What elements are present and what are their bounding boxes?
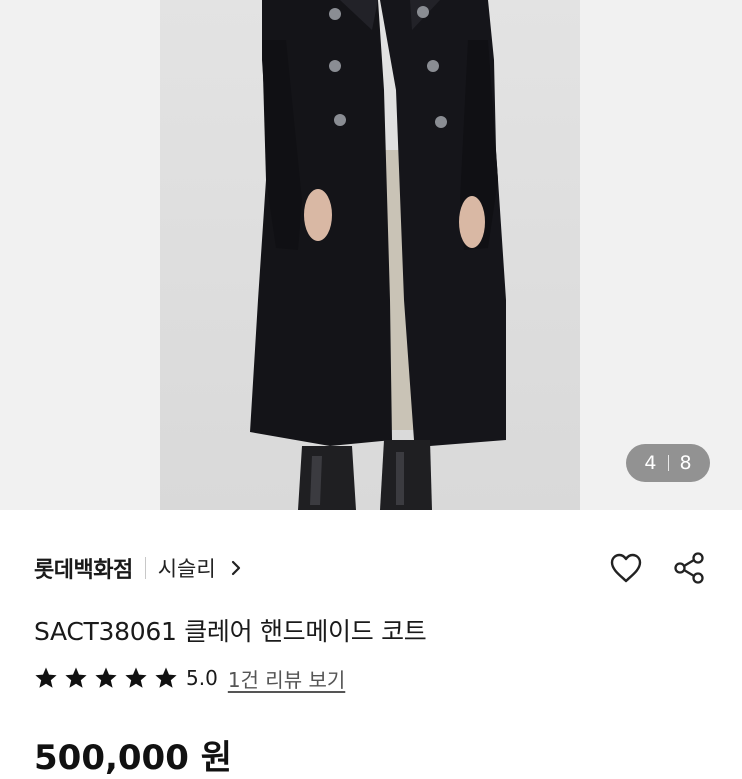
brand-divider [144, 557, 146, 579]
shop-name[interactable]: 시슬리 [158, 553, 216, 583]
heart-icon [610, 553, 642, 583]
brand-row[interactable]: 롯데백화점 시슬리 [34, 548, 246, 588]
star-icon [65, 667, 87, 688]
star-icon [125, 667, 147, 688]
image-counter: 4 8 [626, 444, 710, 482]
share-icon [674, 552, 704, 584]
product-photo [250, 0, 506, 510]
star-icon [35, 667, 57, 688]
product-title: SACT38061 클레어 핸드메이드 코트 [34, 617, 427, 646]
star-rating [34, 666, 184, 690]
star-icon [155, 667, 177, 688]
price: 500,000 원 [34, 738, 232, 778]
rating-row: 5.0 1건 리뷰 보기 [34, 662, 345, 694]
image-counter-total: 8 [679, 452, 692, 474]
review-link[interactable]: 1건 리뷰 보기 [228, 664, 345, 693]
image-counter-divider [667, 455, 669, 471]
brand-name[interactable]: 롯데백화점 [34, 552, 133, 584]
star-icon [95, 667, 117, 688]
image-counter-current: 4 [644, 452, 657, 474]
share-button[interactable] [671, 550, 707, 586]
chevron-right-icon[interactable] [226, 558, 246, 578]
rating-score: 5.0 [186, 666, 218, 690]
wishlist-button[interactable] [608, 550, 644, 586]
product-image-carousel[interactable]: 4 8 [0, 0, 742, 510]
